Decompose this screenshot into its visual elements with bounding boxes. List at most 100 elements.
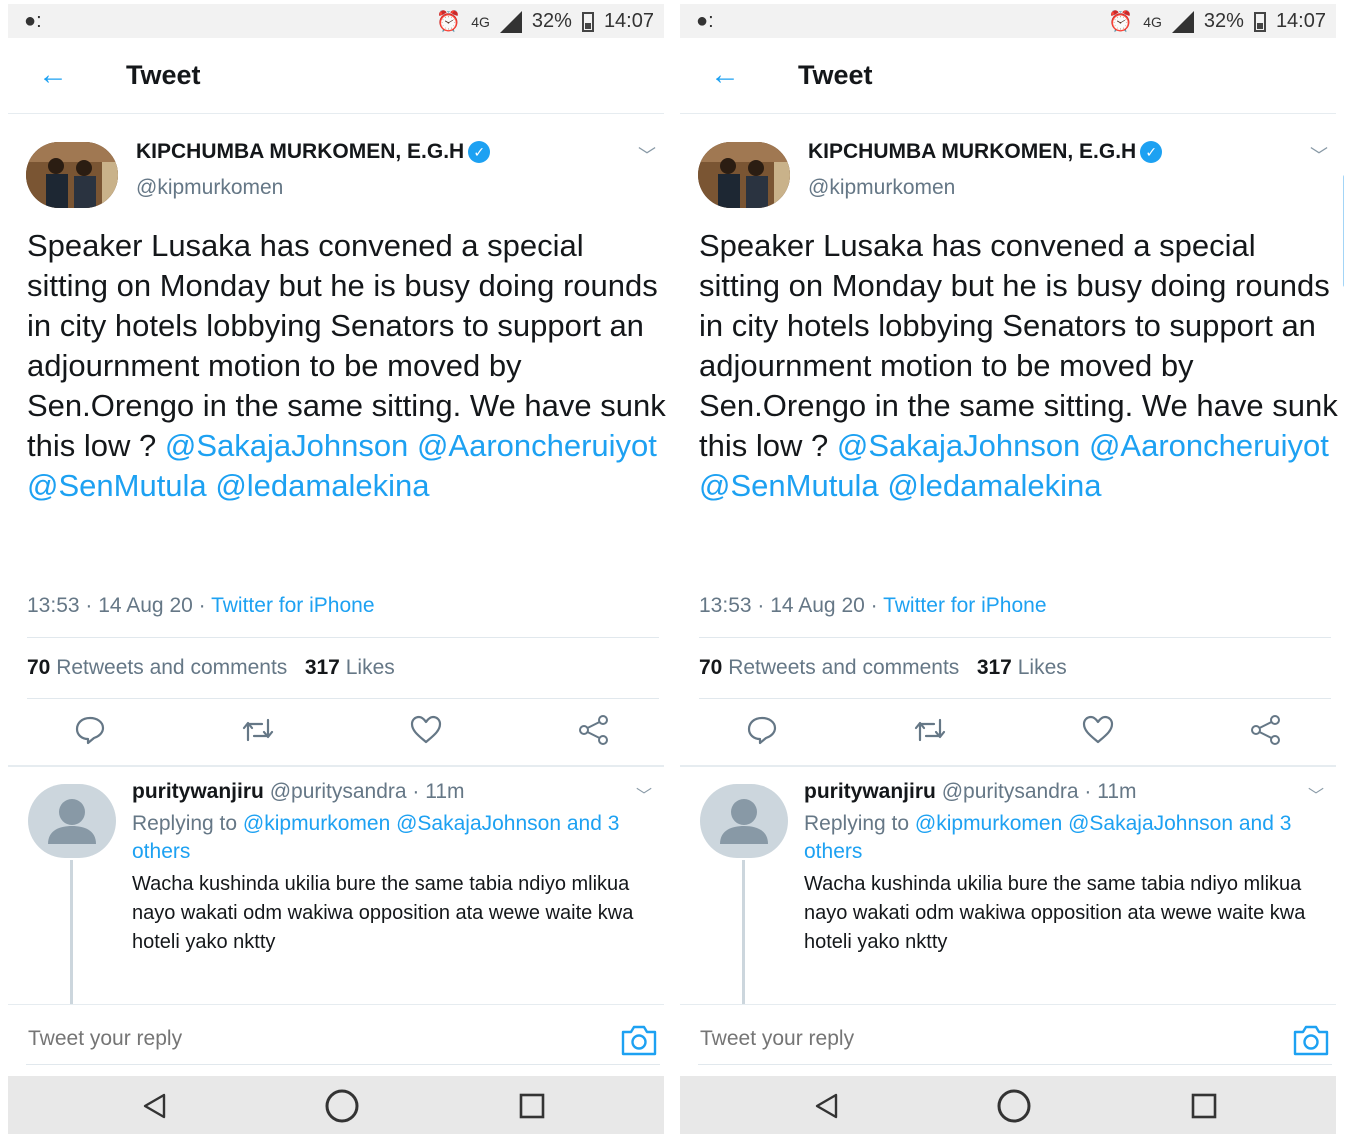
tweet-stats: 70 Retweets and comments 317 Likes: [27, 656, 395, 680]
author-avatar[interactable]: [698, 142, 790, 208]
camera-icon[interactable]: [1292, 1023, 1330, 1057]
mention-link[interactable]: @SakajaJohnson: [165, 428, 408, 463]
likes-label[interactable]: Likes: [346, 656, 395, 679]
tweet-meta: 13:53 · 14 Aug 20 · Twitter for iPhone: [27, 594, 375, 618]
mention-link[interactable]: @ledamalekina: [887, 468, 1101, 503]
tweet-timestamp: 13:53 · 14 Aug 20 ·: [27, 594, 212, 617]
like-heart-icon[interactable]: [1078, 710, 1118, 750]
author-name-text: KIPCHUMBA MURKOMEN, E.G.H: [808, 140, 1137, 163]
divider: [8, 765, 664, 767]
share-icon[interactable]: [1246, 710, 1286, 750]
compose-reply-bar: [680, 1004, 1336, 1072]
mention-link[interactable]: @ledamalekina: [215, 468, 429, 503]
share-icon[interactable]: [574, 710, 614, 750]
signal-icon: [499, 10, 522, 33]
back-arrow-icon[interactable]: ←: [38, 60, 68, 90]
verified-badge-icon: ✓: [468, 141, 491, 164]
retweet-icon[interactable]: [238, 710, 278, 750]
author-name-text: KIPCHUMBA MURKOMEN, E.G.H: [136, 140, 465, 163]
reply-avatar[interactable]: [28, 784, 116, 858]
android-nav-bar: [680, 1076, 1336, 1134]
like-heart-icon[interactable]: [406, 710, 446, 750]
clock: 14:07: [1275, 10, 1326, 32]
chevron-down-icon[interactable]: ﹀: [638, 142, 656, 168]
page-title: Tweet: [126, 60, 201, 90]
tweet-stats: 70 Retweets and comments 317 Likes: [699, 656, 1067, 680]
author-handle[interactable]: @kipmurkomen: [808, 176, 955, 200]
mention-link[interactable]: @Aaroncheruiyot: [1089, 428, 1329, 463]
screenshot-panel-right: ●: ⏰ 4G 32% 14:07 ← Tweet KIPCHUMBA MURK…: [672, 0, 1344, 1134]
retweets-count[interactable]: 70: [27, 656, 50, 679]
nav-home-icon[interactable]: [322, 1086, 362, 1126]
nav-back-icon[interactable]: [806, 1086, 846, 1126]
clock: 14:07: [603, 10, 654, 32]
likes-count[interactable]: 317: [305, 656, 340, 679]
reply-input[interactable]: [28, 1027, 299, 1051]
author-handle[interactable]: @kipmurkomen: [136, 176, 283, 200]
reply-handle-time: @puritysandra · 11m: [941, 780, 1137, 803]
mention-link[interactable]: @SakajaJohnson: [837, 428, 1080, 463]
tweet-text: Speaker Lusaka has convened a special si…: [27, 226, 667, 506]
chevron-down-icon[interactable]: ﹀: [636, 782, 652, 806]
reply-icon[interactable]: [742, 710, 782, 750]
reply-header: puritywanjiru @puritysandra · 11m: [804, 780, 1137, 804]
reply-icon[interactable]: [70, 710, 110, 750]
tweet-source-link[interactable]: Twitter for iPhone: [883, 594, 1046, 617]
tweet-meta: 13:53 · 14 Aug 20 · Twitter for iPhone: [699, 594, 1047, 618]
nav-recents-icon[interactable]: [1184, 1086, 1224, 1126]
tweet-source-link[interactable]: Twitter for iPhone: [211, 594, 374, 617]
divider: [27, 698, 659, 699]
retweets-label[interactable]: Retweets and comments: [728, 656, 959, 679]
scrollbar[interactable]: [1343, 175, 1344, 287]
likes-label[interactable]: Likes: [1018, 656, 1067, 679]
divider: [699, 698, 1331, 699]
battery-icon: [1253, 11, 1266, 32]
nav-recents-icon[interactable]: [512, 1086, 552, 1126]
network-type: 4G: [1143, 13, 1162, 30]
nav-home-icon[interactable]: [994, 1086, 1034, 1126]
nav-back-icon[interactable]: [134, 1086, 174, 1126]
camera-icon[interactable]: [620, 1023, 658, 1057]
page-title: Tweet: [798, 60, 873, 90]
tweet-action-bar: [672, 710, 1344, 758]
likes-count[interactable]: 317: [977, 656, 1012, 679]
retweets-count[interactable]: 70: [699, 656, 722, 679]
alarm-icon: ⏰: [436, 11, 462, 33]
mention-link[interactable]: @SenMutula: [27, 468, 207, 503]
reply-input[interactable]: [700, 1027, 971, 1051]
retweet-icon[interactable]: [910, 710, 950, 750]
alarm-icon: ⏰: [1108, 11, 1134, 33]
back-arrow-icon[interactable]: ←: [710, 60, 740, 90]
author-name[interactable]: KIPCHUMBA MURKOMEN, E.G.H ✓: [808, 140, 1163, 164]
retweets-label[interactable]: Retweets and comments: [56, 656, 287, 679]
verified-badge-icon: ✓: [1140, 141, 1163, 164]
android-nav-bar: [8, 1076, 664, 1134]
signal-icon: [1171, 10, 1194, 33]
chevron-down-icon[interactable]: ﹀: [1310, 142, 1328, 168]
app-header: ← Tweet: [8, 38, 664, 114]
notification-icon: ●:: [24, 10, 42, 32]
mention-link[interactable]: @SenMutula: [699, 468, 879, 503]
reply-text: Wacha kushinda ukilia bure the same tabi…: [132, 873, 634, 953]
replying-to: Replying to @kipmurkomen @SakajaJohnson …: [804, 810, 1334, 866]
replying-prefix: Replying to: [804, 812, 915, 835]
reply-author-name[interactable]: puritywanjiru: [804, 780, 936, 803]
battery-icon: [581, 11, 594, 32]
battery-percent: 32%: [531, 10, 572, 32]
status-bar: ●: ⏰ 4G 32% 14:07: [680, 4, 1336, 38]
divider: [680, 765, 1336, 767]
reply-text: Wacha kushinda ukilia bure the same tabi…: [804, 873, 1306, 953]
divider: [26, 1064, 660, 1065]
replying-to: Replying to @kipmurkomen @SakajaJohnson …: [132, 810, 662, 866]
notification-icon: ●:: [696, 10, 714, 32]
divider: [699, 637, 1331, 638]
author-avatar[interactable]: [26, 142, 118, 208]
reply-avatar[interactable]: [700, 784, 788, 858]
mention-link[interactable]: @Aaroncheruiyot: [417, 428, 657, 463]
author-name[interactable]: KIPCHUMBA MURKOMEN, E.G.H ✓: [136, 140, 491, 164]
reply-author-name[interactable]: puritywanjiru: [132, 780, 264, 803]
app-header: ← Tweet: [680, 38, 1336, 114]
chevron-down-icon[interactable]: ﹀: [1308, 782, 1324, 806]
divider: [698, 1064, 1332, 1065]
replying-prefix: Replying to: [132, 812, 243, 835]
